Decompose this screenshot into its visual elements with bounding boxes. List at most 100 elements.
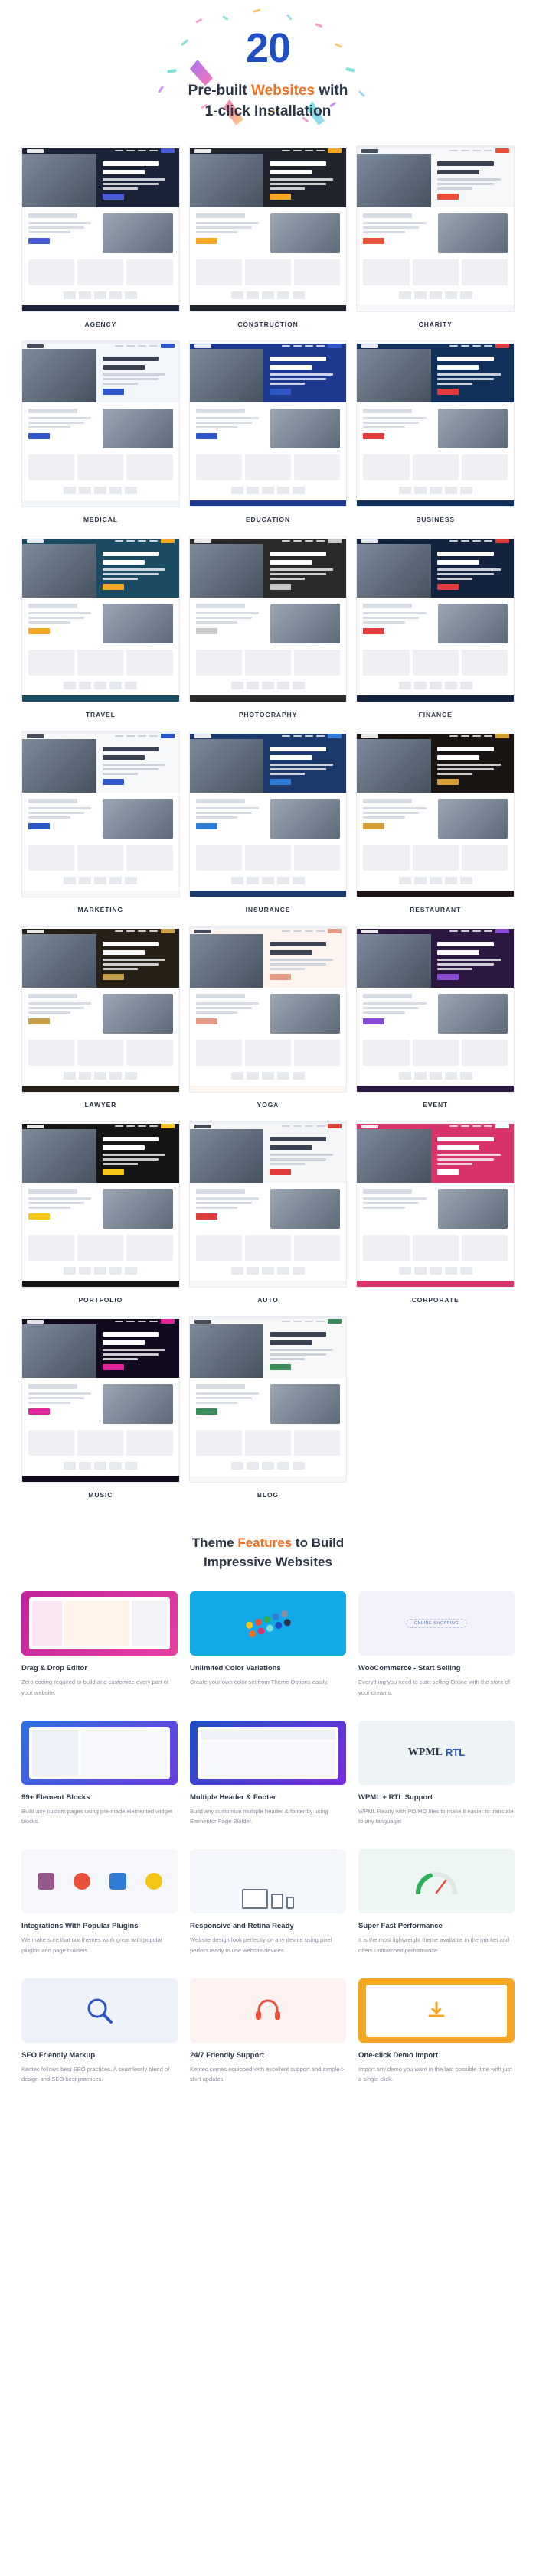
preview-logos (196, 1461, 341, 1470)
preview-footer (189, 1280, 347, 1287)
demo-card[interactable]: EDUCATION (188, 340, 348, 525)
demo-card[interactable]: LAWYER (21, 925, 180, 1110)
preview-hero-image (189, 1128, 264, 1183)
preview-cards (195, 649, 341, 676)
demo-preview-event[interactable] (356, 925, 515, 1093)
feature-card: One-click Demo Import Import any demo yo… (358, 1978, 515, 2085)
demo-label: FINANCE (418, 710, 453, 718)
demo-preview-yoga[interactable] (188, 925, 348, 1093)
preview-hero-text (263, 154, 346, 207)
preview-nav-button (160, 734, 175, 739)
demo-preview-travel[interactable] (21, 535, 180, 702)
demo-label: LAWYER (84, 1100, 117, 1109)
preview-cards (195, 1429, 341, 1456)
demo-preview-charity[interactable] (356, 145, 515, 312)
demo-card[interactable]: TRAVEL (21, 535, 180, 720)
demo-card[interactable]: YOGA (188, 925, 348, 1110)
preview-hero (189, 153, 347, 207)
demo-card[interactable]: PHOTOGRAPHY (188, 535, 348, 720)
preview-footer (22, 304, 179, 311)
preview-hero-image (189, 153, 264, 207)
preview-hero-image (357, 348, 431, 402)
demo-card[interactable]: AUTO (188, 1120, 348, 1305)
preview-hero (357, 153, 514, 207)
preview-cards (195, 844, 341, 871)
demo-preview-agency[interactable] (21, 145, 180, 312)
preview-hero (189, 933, 347, 988)
features-title-b: to Build (292, 1535, 345, 1550)
feature-title: Responsive and Retina Ready (190, 1922, 294, 1931)
demo-card[interactable]: BLOG (188, 1315, 348, 1500)
preview-hero-image (22, 543, 96, 598)
demo-preview-insurance[interactable] (188, 730, 348, 897)
demo-preview-medical[interactable] (21, 340, 180, 507)
demo-card[interactable]: CONSTRUCTION (188, 145, 348, 330)
demo-preview-business[interactable] (356, 340, 515, 507)
demo-label: CONSTRUCTION (237, 320, 299, 328)
demo-card[interactable]: BUSINESS (356, 340, 515, 525)
preview-footer (189, 500, 347, 506)
demo-preview-lawyer[interactable] (21, 925, 180, 1093)
feature-title: Unlimited Color Variations (190, 1664, 281, 1673)
feature-title: Super Fast Performance (358, 1922, 443, 1931)
preview-footer (357, 695, 514, 702)
demo-label: PORTFOLIO (78, 1295, 123, 1304)
demo-card[interactable]: CHARITY (356, 145, 515, 330)
preview-hero-text (263, 1324, 346, 1378)
demo-card[interactable]: MUSIC (21, 1315, 180, 1500)
demo-preview-blog[interactable] (188, 1315, 348, 1483)
preview-logos (196, 486, 341, 494)
preview-body (22, 402, 179, 500)
demo-card[interactable]: FINANCE (356, 535, 515, 720)
preview-cta-button (270, 973, 292, 980)
preview-cta-button (436, 973, 459, 980)
feature-description: It is the most lightweight theme availab… (358, 1936, 510, 1954)
preview-hero-text (96, 739, 179, 793)
demo-card[interactable]: INSURANCE (188, 730, 348, 915)
demo-card[interactable]: RESTAURANT (356, 730, 515, 915)
demo-card[interactable]: MEDICAL (21, 340, 180, 525)
wpml-logo-text: WPML (407, 1746, 443, 1758)
demo-preview-marketing[interactable] (21, 730, 180, 897)
preview-hero (22, 543, 179, 598)
preview-nav-button (328, 539, 342, 544)
demo-preview-portfolio[interactable] (21, 1120, 180, 1288)
demo-card[interactable]: PORTFOLIO (21, 1120, 180, 1305)
preview-body (189, 597, 347, 695)
preview-navbar (189, 928, 347, 934)
preview-logo (27, 1319, 44, 1324)
demo-preview-education[interactable] (188, 340, 348, 507)
features-title-a: Theme (191, 1535, 238, 1550)
preview-body (357, 792, 514, 891)
demo-preview-corporate[interactable] (356, 1120, 515, 1288)
demo-label: RESTAURANT (410, 905, 462, 913)
demo-card[interactable]: CORPORATE (356, 1120, 515, 1305)
preview-nav-links (114, 344, 175, 349)
preview-hero-text (263, 544, 346, 598)
preview-logo (194, 1319, 211, 1324)
feature-title: 99+ Element Blocks (21, 1793, 90, 1802)
preview-hero (189, 1324, 347, 1378)
preview-navbar (189, 733, 347, 739)
preview-hero-image (357, 738, 431, 793)
demo-preview-restaurant[interactable] (356, 730, 515, 897)
preview-logo (361, 344, 379, 348)
demo-preview-finance[interactable] (356, 535, 515, 702)
demo-card[interactable]: AGENCY (21, 145, 180, 330)
preview-logo (194, 148, 211, 153)
preview-cards (28, 844, 173, 871)
preview-navbar (22, 733, 179, 739)
demo-preview-photography[interactable] (188, 535, 348, 702)
preview-nav-links (282, 1319, 342, 1324)
demo-preview-construction[interactable] (188, 145, 348, 312)
preview-hero-text (431, 934, 514, 988)
demo-card[interactable]: MARKETING (21, 730, 180, 915)
preview-nav-button (328, 734, 342, 739)
demo-preview-music[interactable] (21, 1315, 180, 1483)
preview-hero (357, 543, 514, 598)
preview-nav-button (160, 539, 175, 544)
preview-hero-image (357, 933, 431, 988)
demo-card[interactable]: EVENT (356, 925, 515, 1110)
preview-nav-links (114, 539, 175, 544)
demo-preview-auto[interactable] (188, 1120, 348, 1288)
